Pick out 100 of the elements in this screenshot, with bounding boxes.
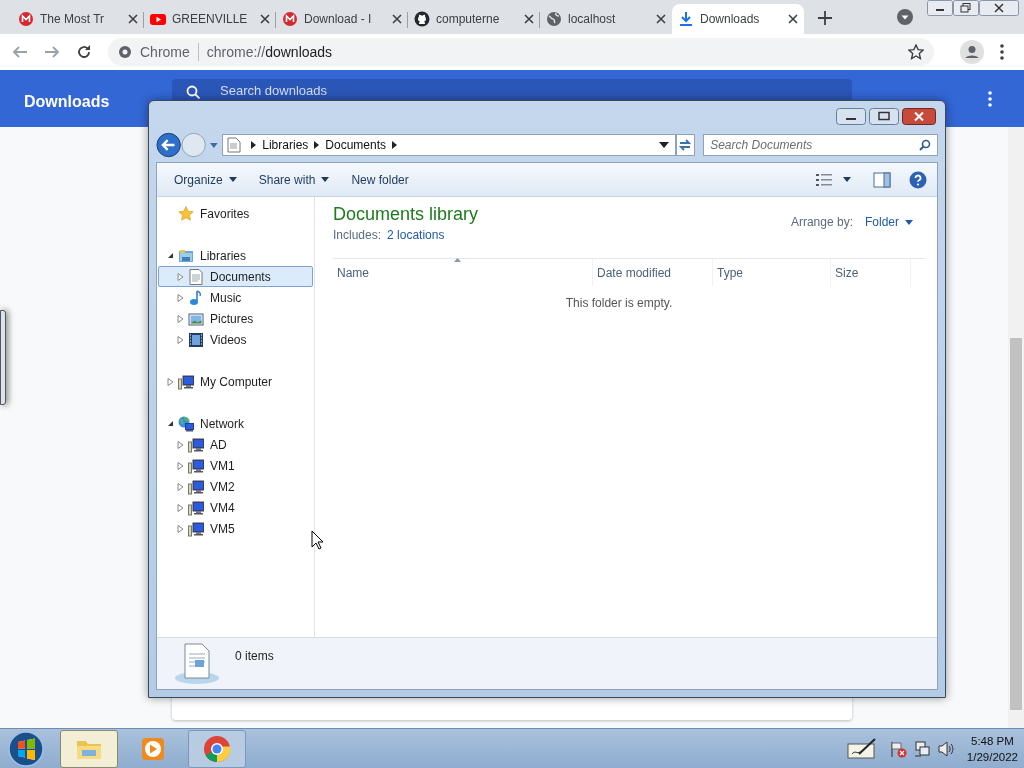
tree-item[interactable]: VM1 <box>158 455 313 476</box>
tab-search-icon[interactable] <box>897 9 913 25</box>
collapsed-arrow-icon[interactable] <box>167 377 174 386</box>
tree-item[interactable]: Pictures <box>158 308 313 329</box>
scrollbar[interactable] <box>1008 127 1024 728</box>
browser-tab[interactable]: Downloads <box>672 4 804 34</box>
close-icon[interactable] <box>902 108 936 125</box>
close-icon[interactable] <box>788 14 798 24</box>
film-icon <box>188 331 204 348</box>
scrollbar-thumb[interactable] <box>1010 338 1022 710</box>
tree-item[interactable]: VM4 <box>158 497 313 518</box>
collapsed-arrow-icon[interactable] <box>177 524 184 533</box>
minimize-icon[interactable] <box>836 108 866 125</box>
search-placeholder: Search downloads <box>220 83 327 98</box>
chevron-icon[interactable] <box>251 141 257 149</box>
breadcrumb-item[interactable]: Documents <box>325 136 386 154</box>
command-button[interactable]: New folder <box>340 170 420 189</box>
tree-item[interactable]: VM5 <box>158 518 313 539</box>
tree-item[interactable]: VM2 <box>158 476 313 497</box>
refresh-icon <box>678 138 693 152</box>
maximize-icon[interactable] <box>869 108 899 125</box>
tab-title: The Most Tr <box>40 11 104 28</box>
help-icon[interactable] <box>909 170 927 189</box>
close-icon[interactable] <box>392 14 402 24</box>
network-icon[interactable] <box>912 739 931 758</box>
start-icon[interactable] <box>6 728 46 768</box>
computer-icon <box>188 457 204 474</box>
collapsed-arrow-icon[interactable] <box>177 461 184 470</box>
address-bar[interactable]: Libraries Documents <box>222 134 676 156</box>
clock-date: 1/29/2022 <box>966 749 1018 765</box>
forward-icon[interactable] <box>44 44 60 60</box>
reload-icon[interactable] <box>76 44 92 60</box>
close-icon[interactable] <box>656 14 666 24</box>
back-icon[interactable] <box>156 132 182 158</box>
collapsed-arrow-icon[interactable] <box>177 482 184 491</box>
collapsed-arrow-icon[interactable] <box>177 272 184 281</box>
taskbar-button[interactable] <box>188 729 246 768</box>
search-placeholder: Search Documents <box>710 137 813 154</box>
collapsed-arrow-icon[interactable] <box>177 440 184 449</box>
flag-icon[interactable] <box>888 739 907 758</box>
dropdown-icon[interactable] <box>843 177 851 182</box>
download-icon <box>678 11 694 27</box>
column-header[interactable]: Name <box>333 259 593 286</box>
preview-pane-icon[interactable] <box>873 171 891 188</box>
tab-title: GREENVILLE <box>172 11 248 28</box>
clock-time: 5:48 PM <box>971 733 1014 749</box>
menu-icon[interactable] <box>1000 44 1004 60</box>
tree-item[interactable]: Favorites <box>158 203 313 224</box>
address-bar[interactable]: Chrome chrome://downloads <box>108 38 934 66</box>
column-header[interactable]: Date modified <box>593 259 713 286</box>
computer-icon <box>188 499 204 516</box>
command-button[interactable]: Organize <box>163 170 248 189</box>
taskbar-button[interactable] <box>60 729 118 768</box>
picture-icon <box>188 310 204 327</box>
chevron-icon[interactable] <box>314 141 320 149</box>
collapsed-arrow-icon[interactable] <box>177 503 184 512</box>
computer-icon <box>188 478 204 495</box>
tree-item[interactable]: Documents <box>158 266 313 287</box>
restore-icon[interactable] <box>953 0 979 16</box>
column-header[interactable]: Type <box>713 259 831 286</box>
breadcrumb-item[interactable]: Libraries <box>262 136 309 154</box>
collapsed-arrow-icon[interactable] <box>177 314 184 323</box>
mouse-cursor-icon <box>311 530 325 550</box>
view-icon[interactable] <box>815 172 833 187</box>
tree-item[interactable]: Network <box>158 413 313 434</box>
close-icon[interactable] <box>979 0 1019 16</box>
sort-arrow-icon <box>454 258 461 262</box>
arrange-dropdown[interactable]: Folder <box>865 213 913 231</box>
tree-item[interactable]: Videos <box>158 329 313 350</box>
more-icon[interactable] <box>988 91 992 107</box>
dropdown-icon[interactable] <box>658 142 669 148</box>
volume-icon[interactable] <box>936 739 955 758</box>
document-icon <box>188 268 204 285</box>
logo-icon <box>282 11 298 27</box>
refresh-button[interactable] <box>675 134 696 156</box>
command-button[interactable]: Share with <box>247 170 341 189</box>
column-header[interactable]: Size <box>831 259 911 286</box>
collapsed-arrow-icon[interactable] <box>177 335 184 344</box>
minimize-icon[interactable] <box>927 0 953 16</box>
star-icon[interactable] <box>908 44 924 60</box>
new-tab-icon[interactable] <box>818 11 832 25</box>
chevron-icon[interactable] <box>392 141 397 149</box>
expanded-arrow-icon[interactable] <box>167 420 174 427</box>
expanded-arrow-icon[interactable] <box>167 252 174 259</box>
profile-icon[interactable] <box>960 40 984 64</box>
item-count: 0 items <box>235 648 274 665</box>
tree-item[interactable]: My Computer <box>158 371 313 392</box>
tree-item[interactable]: Libraries <box>158 245 313 266</box>
search-field[interactable]: Search Documents <box>703 134 938 156</box>
close-icon[interactable] <box>524 14 534 24</box>
close-icon[interactable] <box>128 14 138 24</box>
collapsed-arrow-icon[interactable] <box>177 293 184 302</box>
close-icon[interactable] <box>260 14 270 24</box>
tree-item[interactable]: Music <box>158 287 313 308</box>
tab-title: Downloads <box>700 11 760 28</box>
tree-item[interactable]: AD <box>158 434 313 455</box>
page-title: Downloads <box>24 92 111 112</box>
search-icon[interactable] <box>918 139 931 151</box>
document-icon <box>173 640 221 686</box>
locations-link[interactable]: 2 locations <box>387 226 445 244</box>
